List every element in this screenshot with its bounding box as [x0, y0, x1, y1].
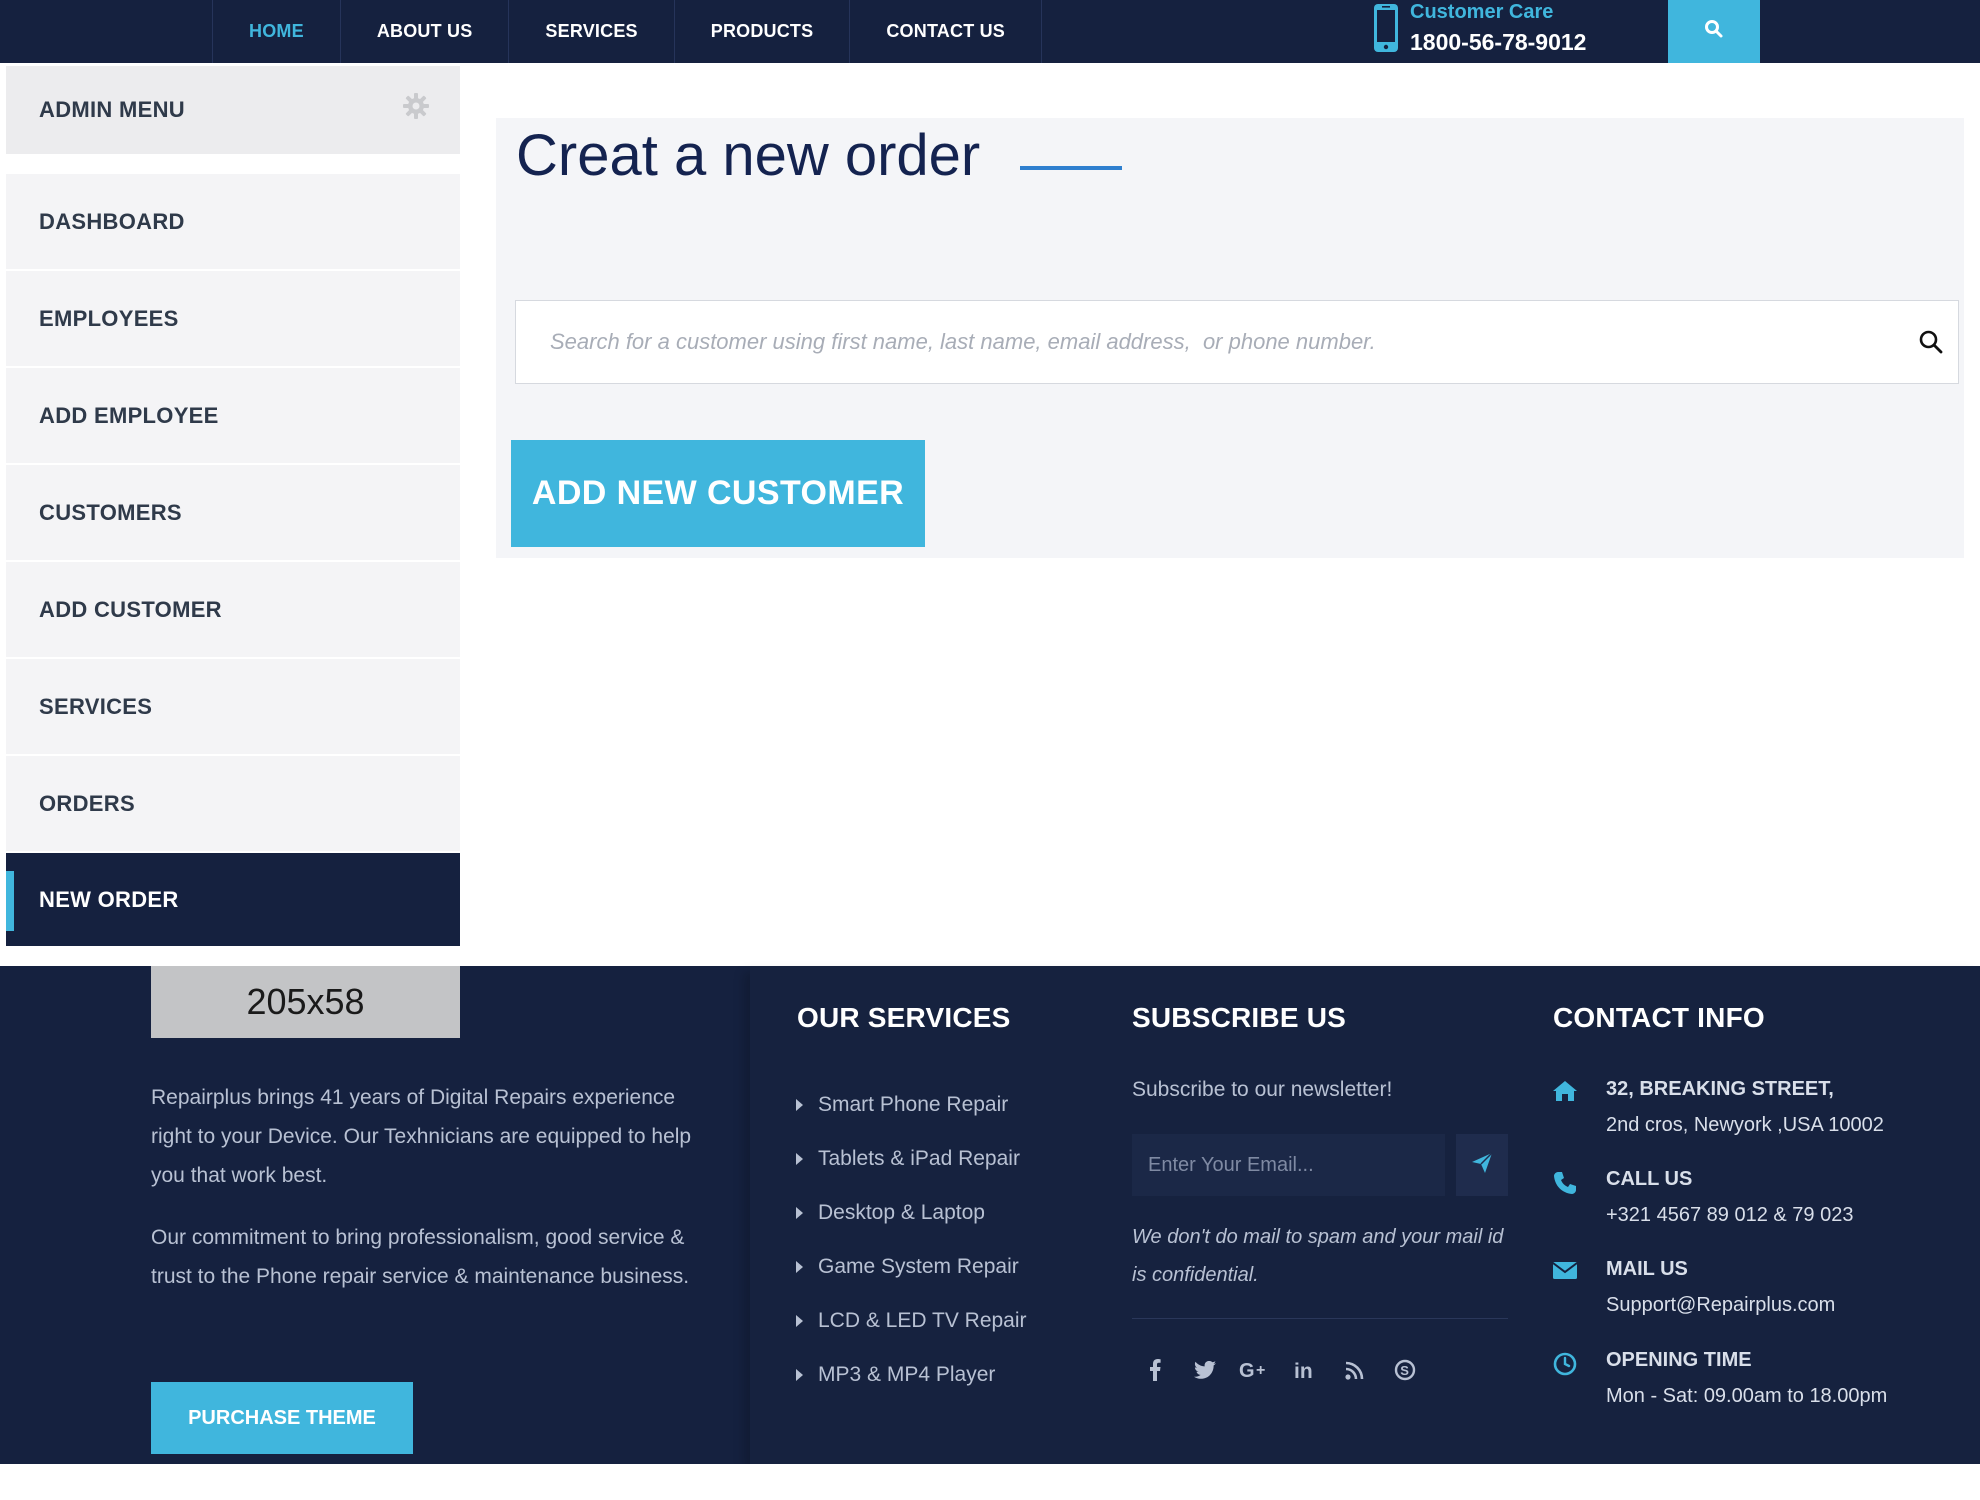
- sidebar-item-orders[interactable]: ORDERS: [6, 756, 460, 853]
- rss-icon[interactable]: [1330, 1352, 1380, 1388]
- caret-right-icon: [796, 1207, 803, 1219]
- main-nav: HOME ABOUT US SERVICES PRODUCTS CONTACT …: [212, 0, 1043, 63]
- caret-right-icon: [796, 1369, 803, 1381]
- call-us-title: CALL US: [1606, 1168, 1693, 1190]
- google-plus-icon[interactable]: G +: [1230, 1352, 1280, 1388]
- newsletter-email-input[interactable]: [1132, 1134, 1445, 1196]
- sidebar-item-add-employee[interactable]: ADD EMPLOYEE: [6, 368, 460, 465]
- purchase-theme-button[interactable]: PURCHASE THEME: [151, 1382, 413, 1454]
- spam-note: We don't do mail to spam and your mail i…: [1132, 1226, 1504, 1286]
- footer-bottom-strip: [0, 1464, 1980, 1500]
- site-footer: 205x58 Repairplus brings 41 years of Dig…: [0, 966, 1980, 1500]
- sidebar-item-customers[interactable]: CUSTOMERS: [6, 465, 460, 562]
- nav-services[interactable]: SERVICES: [509, 0, 675, 63]
- admin-menu-header: ADMIN MENU: [6, 66, 460, 154]
- twitter-icon[interactable]: [1180, 1352, 1230, 1388]
- service-label: Game System Repair: [818, 1255, 1019, 1278]
- search-icon[interactable]: [1918, 329, 1944, 360]
- service-label: Desktop & Laptop: [818, 1201, 985, 1224]
- opening-time-title: OPENING TIME: [1606, 1349, 1752, 1371]
- sidebar-item-new-order[interactable]: NEW ORDER: [6, 853, 460, 948]
- caret-right-icon: [796, 1261, 803, 1273]
- service-label: LCD & LED TV Repair: [818, 1309, 1027, 1332]
- sidebar-item-add-customer[interactable]: ADD CUSTOMER: [6, 562, 460, 659]
- mobile-phone-icon: [1372, 3, 1400, 58]
- service-link[interactable]: Smart Phone Repair: [796, 1078, 1027, 1132]
- facebook-icon[interactable]: [1130, 1352, 1180, 1388]
- caret-right-icon: [796, 1315, 803, 1327]
- subscribe-text: Subscribe to our newsletter!: [1132, 1078, 1393, 1101]
- customer-care: Customer Care 1800-56-78-9012: [1372, 0, 1672, 63]
- svg-text:+: +: [1256, 1362, 1265, 1379]
- envelope-icon: [1552, 1260, 1578, 1285]
- newsletter-send-button[interactable]: [1456, 1134, 1508, 1196]
- title-underline: [1020, 166, 1122, 170]
- service-link[interactable]: MP3 & MP4 Player: [796, 1348, 1027, 1402]
- add-new-customer-button[interactable]: ADD NEW CUSTOMER: [511, 440, 925, 547]
- service-link[interactable]: Tablets & iPad Repair: [796, 1132, 1027, 1186]
- admin-sidebar: ADMIN MENU DASHBOARD EMPLOYEES ADD EMPLO…: [6, 66, 460, 948]
- svg-text:in: in: [1294, 1360, 1313, 1380]
- services-list: Smart Phone Repair Tablets & iPad Repair…: [796, 1078, 1027, 1402]
- newsletter-form: [1132, 1134, 1508, 1196]
- contact-heading: CONTACT INFO: [1553, 1002, 1765, 1033]
- nav-search-button[interactable]: [1668, 0, 1760, 63]
- services-heading: OUR SERVICES: [797, 1002, 1011, 1033]
- service-label: MP3 & MP4 Player: [818, 1363, 996, 1386]
- svg-text:S: S: [1400, 1363, 1409, 1378]
- search-icon: [1704, 19, 1724, 44]
- top-navbar: HOME ABOUT US SERVICES PRODUCTS CONTACT …: [0, 0, 1980, 63]
- paper-plane-icon: [1470, 1151, 1494, 1180]
- call-us-number: +321 4567 89 012 & 79 023: [1606, 1204, 1854, 1226]
- service-label: Smart Phone Repair: [818, 1093, 1009, 1116]
- sidebar-item-dashboard[interactable]: DASHBOARD: [6, 174, 460, 271]
- subscribe-divider: [1132, 1318, 1508, 1319]
- customer-care-label: Customer Care: [1410, 1, 1554, 23]
- service-link[interactable]: LCD & LED TV Repair: [796, 1294, 1027, 1348]
- customer-care-number: 1800-56-78-9012: [1410, 29, 1587, 55]
- mail-us-address: Support@Repairplus.com: [1606, 1294, 1836, 1316]
- social-links: G + in S: [1130, 1352, 1430, 1388]
- logo-placeholder: 205x58: [151, 966, 460, 1038]
- address-line-1: 32, BREAKING STREET,: [1606, 1078, 1834, 1100]
- new-order-panel: Creat a new order ADD NEW CUSTOMER: [496, 118, 1964, 558]
- caret-right-icon: [796, 1099, 803, 1111]
- sidebar-item-employees[interactable]: EMPLOYEES: [6, 271, 460, 368]
- admin-menu-title: ADMIN MENU: [39, 97, 185, 122]
- admin-menu-list: DASHBOARD EMPLOYEES ADD EMPLOYEE CUSTOME…: [6, 174, 460, 948]
- sidebar-item-services[interactable]: SERVICES: [6, 659, 460, 756]
- svg-text:G: G: [1239, 1360, 1255, 1380]
- subscribe-heading: SUBSCRIBE US: [1132, 1002, 1346, 1033]
- nav-home[interactable]: HOME: [213, 0, 341, 63]
- gear-icon[interactable]: [402, 92, 430, 126]
- service-link[interactable]: Game System Repair: [796, 1240, 1027, 1294]
- linkedin-icon[interactable]: in: [1280, 1352, 1330, 1388]
- page-title: Creat a new order: [516, 123, 981, 188]
- about-paragraph-1: Repairplus brings 41 years of Digital Re…: [151, 1086, 692, 1187]
- about-paragraph-2: Our commitment to bring professionalism,…: [151, 1226, 690, 1288]
- nav-about-us[interactable]: ABOUT US: [341, 0, 510, 63]
- customer-search-box: [515, 300, 1959, 384]
- phone-icon: [1552, 1170, 1578, 1201]
- opening-time-value: Mon - Sat: 09.00am to 18.00pm: [1606, 1385, 1888, 1407]
- home-icon: [1552, 1080, 1578, 1107]
- nav-contact-us[interactable]: CONTACT US: [850, 0, 1043, 63]
- skype-icon[interactable]: S: [1380, 1352, 1430, 1388]
- nav-products[interactable]: PRODUCTS: [675, 0, 851, 63]
- customer-search-input[interactable]: [516, 301, 1896, 383]
- service-link[interactable]: Desktop & Laptop: [796, 1186, 1027, 1240]
- mail-us-title: MAIL US: [1606, 1258, 1688, 1280]
- address-line-2: 2nd cros, Newyork ,USA 10002: [1606, 1114, 1884, 1136]
- clock-icon: [1552, 1351, 1578, 1382]
- service-label: Tablets & iPad Repair: [818, 1147, 1020, 1170]
- caret-right-icon: [796, 1153, 803, 1165]
